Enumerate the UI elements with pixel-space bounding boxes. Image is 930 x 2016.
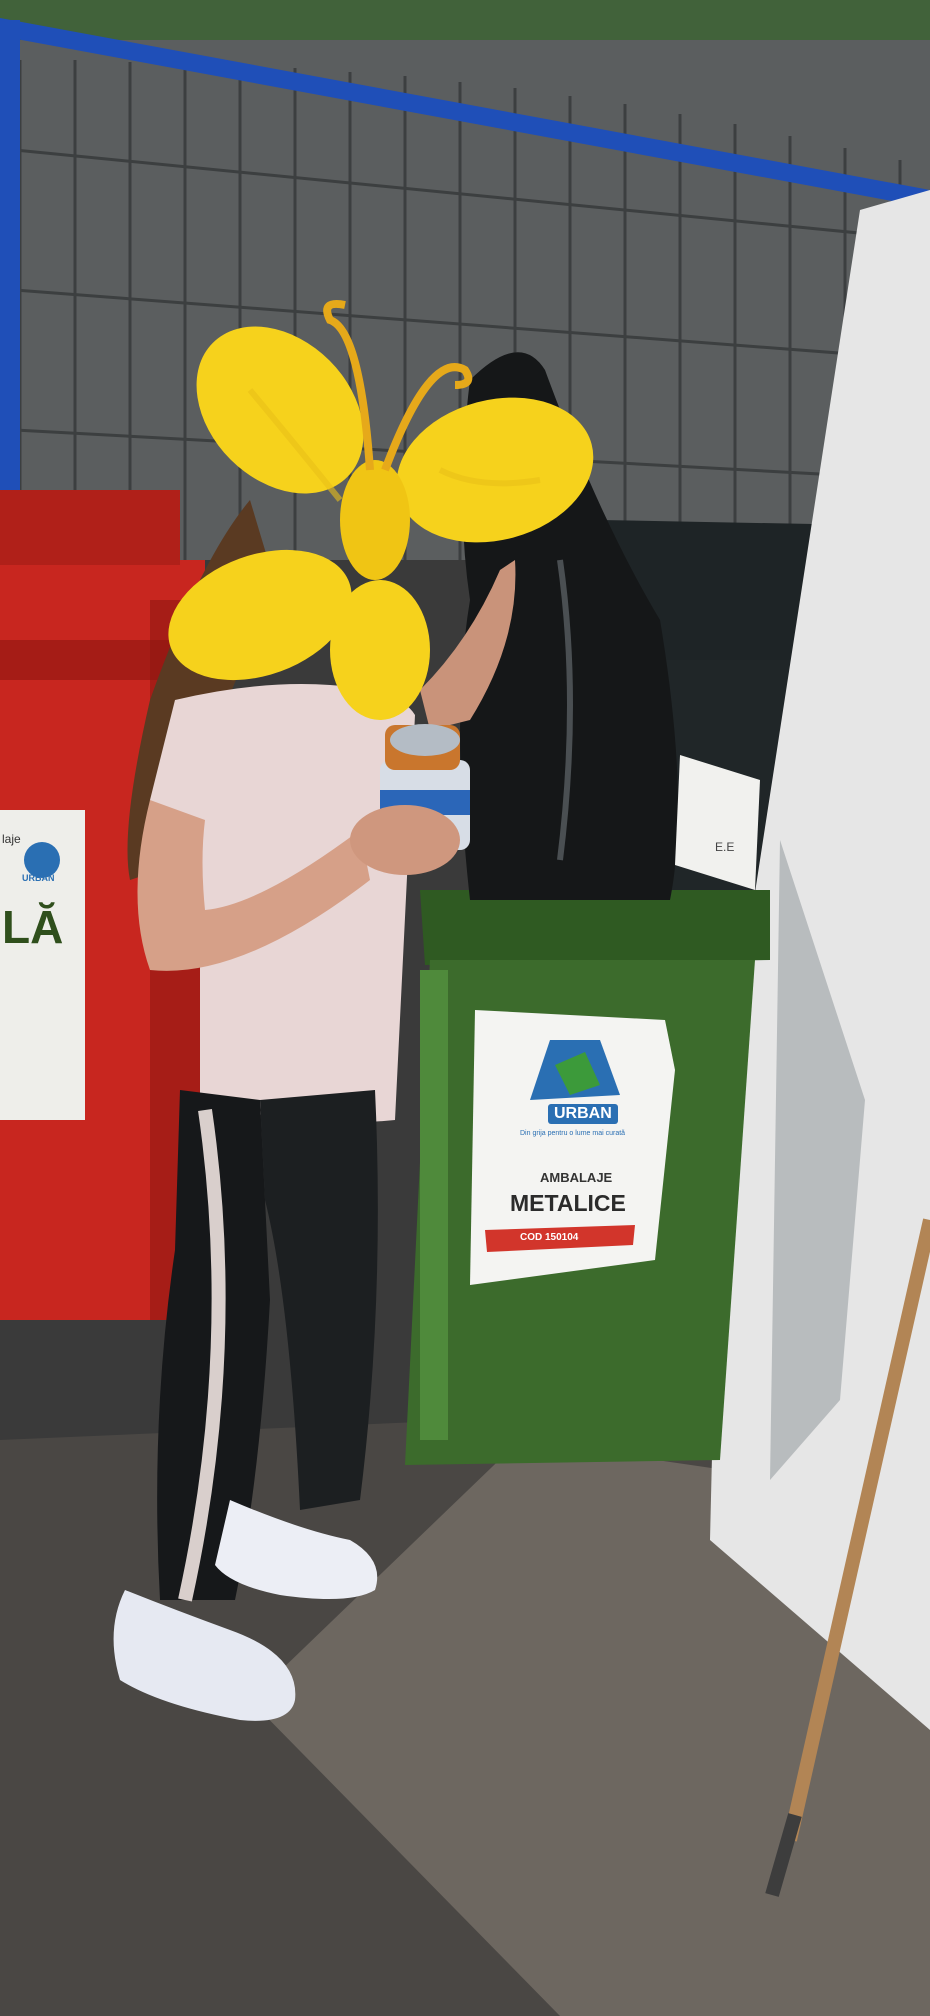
black-label-text: E.E <box>715 840 735 854</box>
red-label-text: laje <box>2 832 21 846</box>
red-bin-lid <box>0 490 180 565</box>
photo-scene: URBAN Din grija pentru o lume mai curată… <box>0 0 930 2016</box>
fence-frame-left <box>0 20 20 500</box>
green-label-line1: AMBALAJE <box>540 1170 613 1185</box>
red-label-brand: URBAN <box>22 873 55 883</box>
green-label-slogan: Din grija pentru o lume mai curată <box>520 1130 626 1137</box>
green-label-brand: URBAN <box>548 1104 618 1124</box>
scene-graphic <box>0 0 930 2016</box>
green-bin-lid <box>420 890 770 965</box>
green-label-line2: METALICE <box>510 1190 626 1216</box>
person-hand <box>350 805 460 875</box>
red-label-big: LĂ <box>2 901 64 953</box>
green-bin-highlight <box>420 970 448 1440</box>
can-lid <box>390 724 460 756</box>
green-label-code: COD 150104 <box>520 1232 579 1243</box>
